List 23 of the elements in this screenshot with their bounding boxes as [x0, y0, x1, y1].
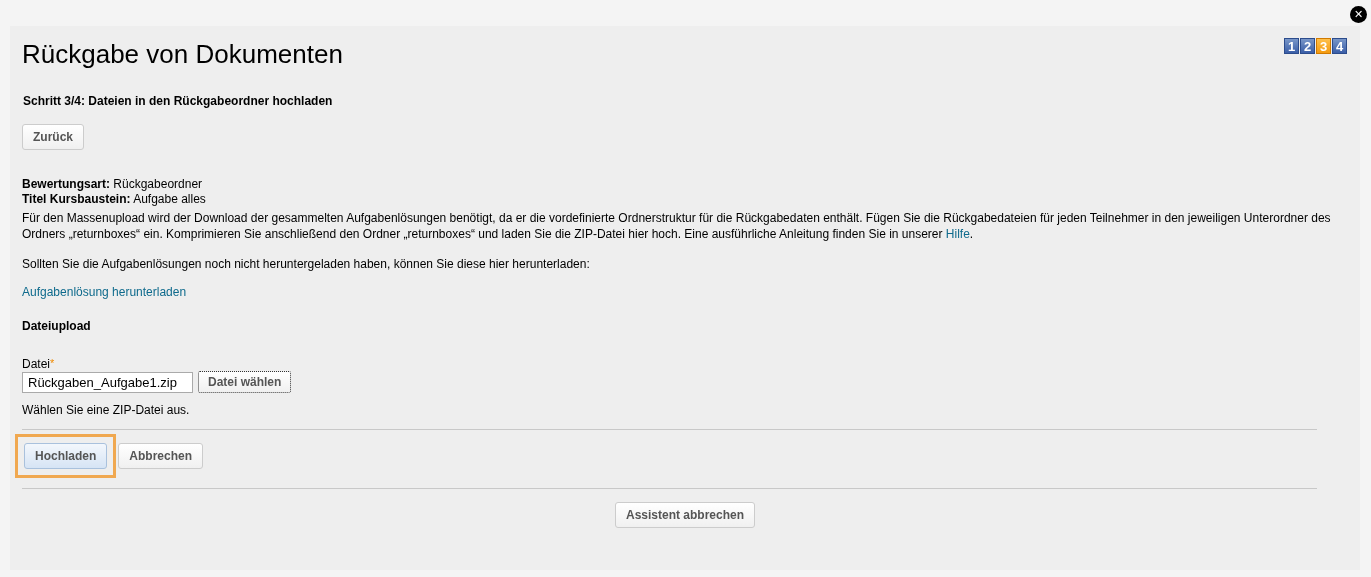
download-hint: Sollten Sie die Aufgabenlösungen noch nicht heruntergeladen haben, können Sie diese hier herunterladen:	[22, 256, 591, 272]
field-label: Datei*	[22, 357, 56, 371]
section-heading: Dateiupload	[22, 319, 92, 333]
help-link[interactable]: Hilfe	[945, 227, 970, 241]
close-button[interactable]: ✕	[1350, 6, 1367, 23]
choose-file-button[interactable]: Datei wählen	[198, 371, 292, 393]
step-heading: Schritt 3/4: Dateien in den Rückgabeordner hochladen	[23, 93, 334, 109]
back-button[interactable]: Zurück	[22, 124, 84, 150]
cancel-wizard-button[interactable]: Assistent abbrechen	[614, 502, 755, 528]
step-indicator: 4	[1332, 38, 1347, 54]
upload-button[interactable]: Hochladen	[24, 443, 108, 469]
step-indicator: 3	[1316, 38, 1331, 54]
download-link[interactable]: Aufgabenlösung herunterladen	[22, 285, 187, 299]
field-hint: Wählen Sie eine ZIP-Datei aus.	[22, 403, 191, 417]
cancel-button[interactable]: Abbrechen	[118, 443, 204, 469]
info-line: Titel Kursbaustein: Aufgabe alles	[22, 192, 207, 207]
step-indicator: 1	[1284, 38, 1299, 54]
file-field[interactable]: Rückgaben_Aufgabe1.zip	[22, 371, 193, 393]
info-line: Bewertungsart: Rückgabeordner	[22, 177, 204, 192]
description-paragraph: Für den Massenupload wird der Download der gesammelten Aufgabenlösungen benötigt, da er die vordefinierte Ordnerstruktur für die Rückgabedaten enthält. Fügen Sie die Rückgabedateien für jeden Teilnehmer in den jeweiligen Unterordner des Ordners „returnboxes“ ein. Komprimieren Sie anschließend den Ordner „returnboxes“ und laden Sie die ZIP-Datei hier hoch. Eine ausführliche Anleitung finden Sie in unserer Hilfe.	[22, 210, 1332, 242]
required-mark: *	[50, 357, 55, 369]
dialog-title: Rückgabe von Dokumenten	[22, 38, 343, 70]
step-indicator: 2	[1300, 38, 1315, 54]
